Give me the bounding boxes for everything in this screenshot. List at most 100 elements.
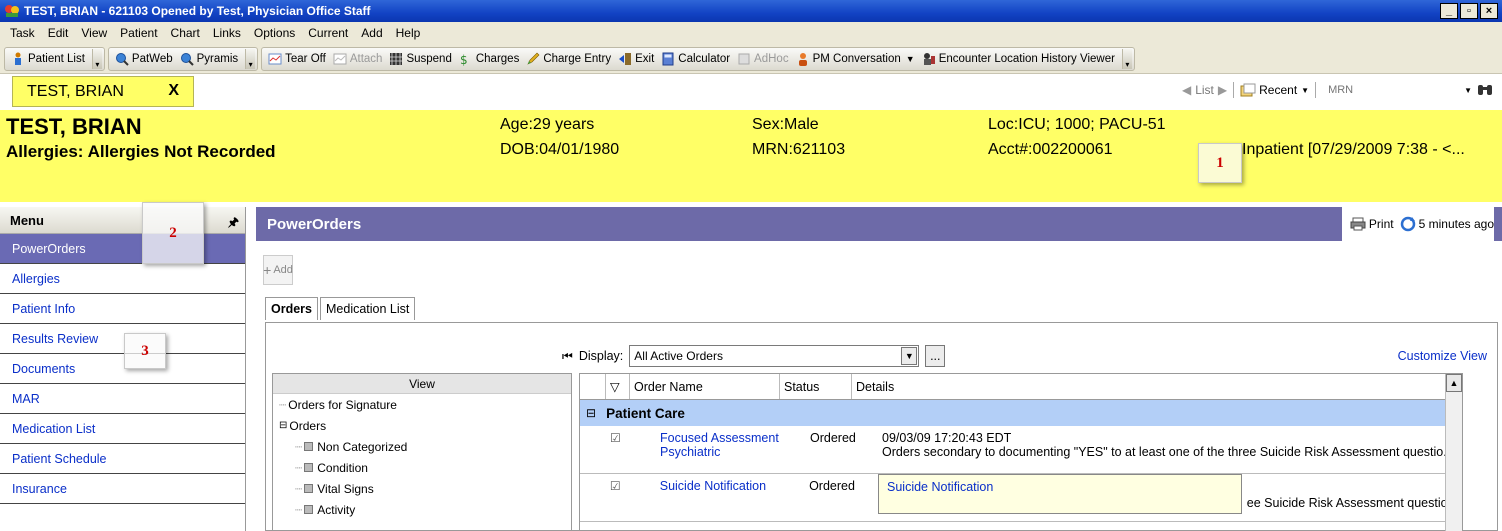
- add-order-button[interactable]: + Add: [263, 255, 293, 285]
- printer-icon[interactable]: [1350, 217, 1366, 231]
- menu-task[interactable]: Task: [10, 26, 35, 40]
- close-tab-icon[interactable]: X: [168, 82, 179, 100]
- display-filter-select[interactable]: All Active Orders ▼: [629, 345, 920, 367]
- tab-orders[interactable]: Orders: [265, 297, 318, 320]
- menu-chart[interactable]: Chart: [171, 26, 200, 40]
- pyramis-button[interactable]: Pyramis: [180, 52, 238, 66]
- magnifier-icon: [115, 52, 129, 66]
- menu-add[interactable]: Add: [361, 26, 382, 40]
- collapse-icon[interactable]: ⊟: [279, 420, 287, 431]
- collapse-view-icon[interactable]: ⏮: [562, 349, 573, 364]
- category-icon: [304, 442, 314, 451]
- menu-item-results-review[interactable]: Results Review: [0, 324, 245, 354]
- exit-button[interactable]: Exit: [618, 52, 654, 66]
- patient-name: TEST, BRIAN: [6, 114, 142, 139]
- adhoc-button[interactable]: AdHoc: [737, 52, 789, 66]
- tree-item-non-categorized[interactable]: ┈ Non Categorized: [273, 436, 571, 457]
- menu-edit[interactable]: Edit: [48, 26, 69, 40]
- menu-item-documents[interactable]: Documents: [0, 354, 245, 384]
- menu-item-allergies[interactable]: Allergies: [0, 264, 245, 294]
- menu-view[interactable]: View: [81, 26, 107, 40]
- checked-icon[interactable]: ☑: [606, 426, 656, 473]
- toolbar-group-links: PatWeb Pyramis ▾: [107, 46, 259, 71]
- tree-item-vital-signs[interactable]: ┈ Vital Signs: [273, 478, 571, 499]
- view-tree-panel: View ┈ Orders for Signature ⊟ Orders ┈ Non …: [272, 373, 572, 531]
- recent-button[interactable]: Recent: [1259, 83, 1297, 97]
- exit-icon: [619, 52, 632, 65]
- menu-item-mar[interactable]: MAR: [0, 384, 245, 414]
- menu-patient[interactable]: Patient: [120, 26, 157, 40]
- mrn-search-input[interactable]: [1328, 81, 1459, 99]
- forward-arrow-icon[interactable]: ▶: [1218, 83, 1227, 97]
- chevron-down-icon[interactable]: ▼: [1464, 86, 1472, 95]
- tree-item-activity[interactable]: ┈ Activity: [273, 499, 571, 520]
- suspend-button[interactable]: Suspend: [389, 52, 452, 66]
- title-bar: TEST, BRIAN - 621103 Opened by Test, Phy…: [0, 0, 1502, 22]
- attach-button[interactable]: Attach: [333, 52, 382, 66]
- calculator-button[interactable]: Calculator: [661, 52, 730, 66]
- toolbar-grip[interactable]: ▾: [245, 48, 256, 69]
- dollar-icon: $: [460, 53, 468, 66]
- menu-item-patient-schedule[interactable]: Patient Schedule: [0, 444, 245, 474]
- menu-item-insurance[interactable]: Insurance: [0, 474, 245, 504]
- tree-item-orders[interactable]: ⊟ Orders: [273, 415, 571, 436]
- encounter-info[interactable]: Inpatient [07/29/2009 7:38 - <...: [1242, 141, 1465, 159]
- restore-button[interactable]: ▫: [1460, 3, 1478, 19]
- patient-list-button[interactable]: Patient List: [11, 52, 85, 66]
- menu-item-medication-list[interactable]: Medication List: [0, 414, 245, 444]
- tab-medication-list[interactable]: Medication List: [320, 297, 416, 320]
- back-arrow-icon[interactable]: ◀: [1182, 83, 1191, 97]
- tree-item-orders-for-signature[interactable]: ┈ Orders for Signature: [273, 394, 571, 415]
- menu-current[interactable]: Current: [308, 26, 348, 40]
- table-row[interactable]: ☑ Suicide Notification Ordered ee Suicid…: [580, 474, 1462, 522]
- scroll-up-icon[interactable]: ▲: [1446, 374, 1462, 392]
- checked-icon[interactable]: ☑: [606, 474, 656, 521]
- chevron-down-icon[interactable]: ▼: [1301, 86, 1309, 95]
- column-details[interactable]: Details: [852, 374, 1462, 399]
- column-status[interactable]: Status: [780, 374, 852, 399]
- toolbar: Patient List ▾ PatWeb Pyramis ▾ Tear Off…: [0, 44, 1502, 74]
- chevron-down-icon[interactable]: ▼: [901, 347, 918, 365]
- charge-entry-button[interactable]: Charge Entry: [526, 52, 611, 66]
- grid-scrollbar[interactable]: ▲: [1445, 374, 1462, 531]
- tear-off-button[interactable]: Tear Off: [268, 52, 326, 66]
- customize-view-link[interactable]: Customize View: [1398, 349, 1487, 363]
- toolbar-group-patient-list: Patient List ▾: [4, 46, 105, 71]
- order-name[interactable]: Focused Assessment Psychiatric: [656, 426, 806, 473]
- patient-location: Loc:ICU; 1000; PACU-51: [988, 116, 1166, 133]
- print-button[interactable]: Print: [1369, 217, 1394, 231]
- refresh-icon[interactable]: [1400, 216, 1416, 232]
- view-header: View: [273, 374, 571, 394]
- filter-icon[interactable]: ▽: [606, 374, 630, 399]
- pm-conversation-button[interactable]: PM Conversation ▼: [796, 52, 915, 66]
- patweb-button[interactable]: PatWeb: [115, 52, 173, 66]
- menu-item-patient-info[interactable]: Patient Info: [0, 294, 245, 324]
- close-button[interactable]: ×: [1480, 3, 1498, 19]
- order-status: Ordered: [810, 431, 856, 445]
- pin-icon[interactable]: 🖈: [228, 213, 239, 234]
- collapse-icon[interactable]: ⊟: [586, 406, 596, 420]
- charges-button[interactable]: $ Charges: [459, 52, 519, 66]
- encounter-history-button[interactable]: Encounter Location History Viewer: [922, 52, 1115, 66]
- toolbar-grip[interactable]: ▾: [91, 48, 102, 69]
- binoculars-icon[interactable]: [1476, 82, 1494, 98]
- minimize-button[interactable]: _: [1440, 3, 1458, 19]
- list-link[interactable]: List: [1195, 83, 1214, 97]
- patient-banner: TEST, BRIAN Allergies: Allergies Not Rec…: [0, 110, 1502, 202]
- toolbar-grip[interactable]: ▾: [1121, 48, 1132, 69]
- patient-sex: Sex:Male: [752, 116, 819, 133]
- table-row[interactable]: ☑ Focused Assessment Psychiatric Ordered…: [580, 426, 1462, 474]
- column-order-name[interactable]: Order Name: [630, 374, 780, 399]
- menu-links[interactable]: Links: [213, 26, 241, 40]
- group-row-patient-care[interactable]: ⊟ Patient Care: [580, 400, 1462, 426]
- menu-item-powerorders[interactable]: PowerOrders: [0, 234, 245, 264]
- menu-help[interactable]: Help: [396, 26, 421, 40]
- tree-item-condition[interactable]: ┈ Condition: [273, 457, 571, 478]
- app-icon: [5, 5, 19, 17]
- order-name[interactable]: Suicide Notification: [656, 474, 805, 521]
- display-options-button[interactable]: ...: [925, 345, 946, 367]
- patient-tab[interactable]: TEST, BRIAN X: [12, 76, 194, 107]
- calculator-icon: [662, 52, 674, 65]
- patient-account: Acct#:002200061: [988, 141, 1113, 158]
- menu-options[interactable]: Options: [254, 26, 295, 40]
